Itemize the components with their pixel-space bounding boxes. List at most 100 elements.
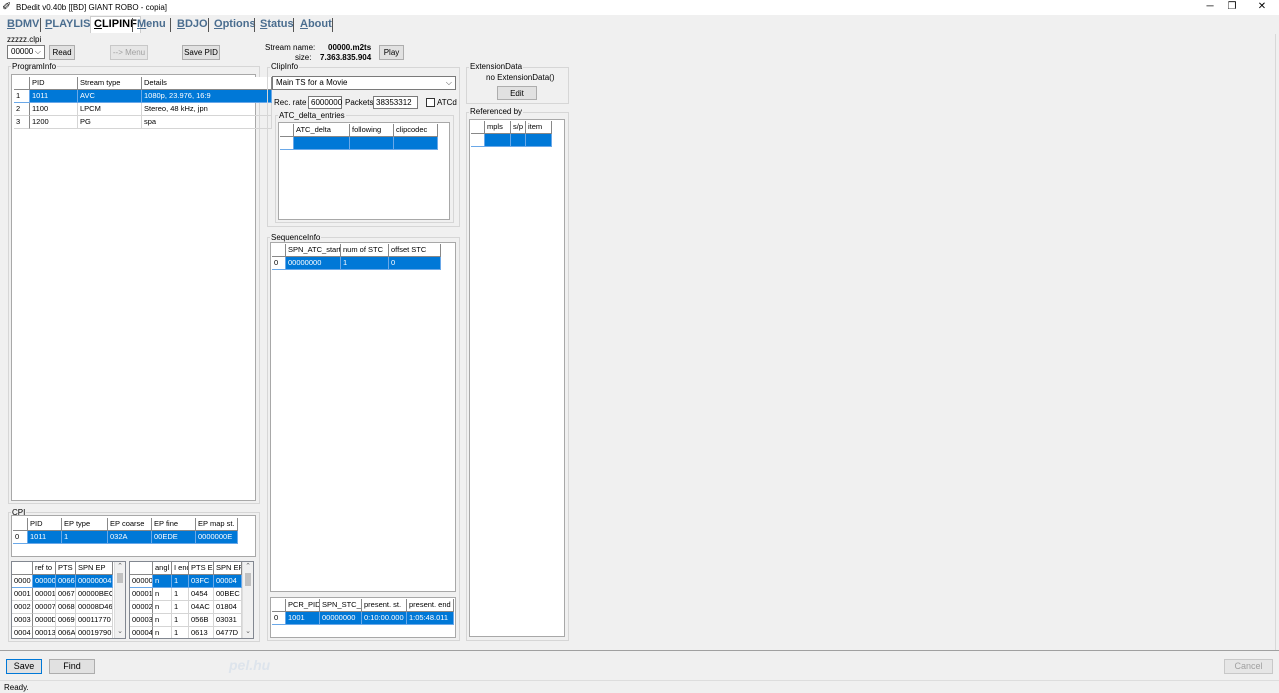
referenced-by-grid[interactable]: mpls s/p item (469, 119, 565, 637)
table-row[interactable]: 00002 n 1 04AC 01804 (130, 601, 242, 614)
program-info-grid[interactable]: PID Stream type Details 1 1011 AVC 1080p… (11, 74, 272, 501)
scrollbar[interactable]: ⌃ ⌄ (242, 562, 253, 638)
column-header[interactable]: ref to (33, 562, 56, 575)
menu-bdjo[interactable]: BDJO (177, 18, 208, 30)
column-header[interactable]: SPN_STC_st (320, 599, 362, 612)
menu-separator (208, 18, 209, 32)
column-header[interactable]: present. st. (362, 599, 407, 612)
menu-clipinf[interactable]: CLIPINF (90, 16, 141, 33)
column-header[interactable]: PID (30, 77, 78, 90)
table-row[interactable]: 00004 n 1 0613 0477D (130, 627, 242, 638)
column-header[interactable]: following (350, 124, 394, 137)
clip-select[interactable]: 00000 ⌵ (7, 45, 45, 59)
column-header[interactable]: EP fine (152, 518, 196, 531)
column-header[interactable]: ATC_delta (294, 124, 350, 137)
table-row[interactable]: 0004 00013 006A 00019790 (12, 627, 113, 638)
table-row[interactable]: 00001 n 1 0454 00BEC (130, 588, 242, 601)
menu-status[interactable]: Status (260, 18, 294, 30)
chevron-down-icon[interactable]: ⌄ (115, 627, 125, 635)
table-row[interactable]: 0000 00000 0066 00000004 (12, 575, 113, 588)
column-header[interactable]: offset STC (389, 244, 441, 257)
status-text: Ready. (4, 683, 29, 692)
menu-separator (293, 18, 294, 32)
column-header[interactable]: SPN EP (214, 562, 242, 575)
column-header[interactable]: PTS E (56, 562, 76, 575)
column-header[interactable]: Stream type (78, 77, 142, 90)
table-row[interactable]: 3 1200 PG spa (14, 116, 272, 129)
column-header[interactable]: EP coarse (108, 518, 152, 531)
clip-type-select[interactable]: Main TS for a Movie ⌵ (272, 76, 456, 90)
column-header[interactable]: EP map st. (196, 518, 238, 531)
column-header[interactable]: I end (172, 562, 189, 575)
scrollbar[interactable]: ⌃ ⌄ (114, 562, 125, 638)
table-row[interactable]: 0002 00007 0068 00008D46 (12, 601, 113, 614)
row-header-corner (471, 121, 485, 134)
column-header[interactable]: mpls (485, 121, 511, 134)
row-header-corner (130, 562, 153, 575)
cancel-button[interactable]: Cancel (1224, 659, 1273, 674)
footer-divider (0, 650, 1279, 651)
menu-separator (254, 18, 255, 32)
table-row[interactable]: 1 1011 AVC 1080p, 23.976, 16:9 (14, 90, 272, 103)
sequence-info-grid[interactable]: SPN_ATC_start num of STC offset STC 0 00… (270, 242, 456, 592)
column-header[interactable]: angl (153, 562, 172, 575)
atcd-checkbox[interactable] (426, 98, 435, 107)
table-row[interactable] (280, 137, 438, 150)
table-row[interactable]: 00003 n 1 056B 03031 (130, 614, 242, 627)
table-row[interactable]: 0 00000000 1 0 (272, 257, 441, 270)
column-header[interactable]: SPN_ATC_start (286, 244, 341, 257)
ep-fine-grid[interactable]: angl I end PTS EP SPN EP 00000 n 1 03FC … (129, 561, 254, 639)
close-icon[interactable]: ✕ (1249, 0, 1275, 15)
save-pid-button[interactable]: Save PID (182, 45, 220, 60)
chevron-down-icon[interactable]: ⌄ (243, 627, 253, 635)
cpi-grid[interactable]: PID EP type EP coarse EP fine EP map st.… (11, 515, 256, 557)
chevron-up-icon[interactable]: ⌃ (243, 562, 253, 570)
menu-separator (170, 18, 171, 32)
table-row[interactable] (471, 134, 552, 147)
column-header[interactable]: item (526, 121, 552, 134)
edit-button[interactable]: Edit (497, 86, 537, 100)
menu-menu[interactable]: Menu (137, 18, 166, 30)
column-header[interactable]: s/p (511, 121, 526, 134)
ep-coarse-grid[interactable]: ref to PTS E SPN EP 0000 00000 0066 0000… (11, 561, 126, 639)
play-button[interactable]: Play (379, 45, 404, 60)
chevron-down-icon: ⌵ (445, 78, 452, 87)
table-row[interactable]: 0 1011 1 032A 00EDE 0000000E (13, 531, 238, 544)
table-row[interactable]: 2 1100 LPCM Stereo, 48 kHz, jpn (14, 103, 272, 116)
to-menu-button[interactable]: --> Menu (110, 45, 148, 60)
column-header[interactable]: PTS EP (189, 562, 214, 575)
program-info-title: ProgramInfo (11, 62, 58, 71)
menu-options[interactable]: Options (214, 18, 256, 30)
watermark: pel.hu (229, 657, 271, 673)
stream-size-value: 7.363.835.904 (320, 53, 372, 62)
row-header-corner (12, 562, 33, 575)
app-icon: ✐ (2, 1, 12, 13)
table-row[interactable]: 0001 00001 0067 00000BEC (12, 588, 113, 601)
scroll-thumb[interactable] (245, 573, 251, 586)
column-header[interactable]: num of STC (341, 244, 389, 257)
restore-icon[interactable]: ❐ (1219, 0, 1245, 15)
column-header[interactable]: EP type (62, 518, 108, 531)
chevron-up-icon[interactable]: ⌃ (115, 562, 125, 570)
table-row[interactable]: 00000 n 1 03FC 00004 (130, 575, 242, 588)
column-header[interactable]: PCR_PID (286, 599, 320, 612)
read-button[interactable]: Read (49, 45, 75, 60)
find-button[interactable]: Find (49, 659, 95, 674)
table-row[interactable]: 0 1001 00000000 0:10:00.000 1:05:48.011 (272, 612, 454, 625)
column-header[interactable]: PID (28, 518, 62, 531)
sequence-info-title: SequenceInfo (270, 233, 322, 242)
save-button[interactable]: Save (6, 659, 42, 674)
column-header[interactable]: present. end (407, 599, 454, 612)
column-header[interactable]: clipcodec (394, 124, 438, 137)
column-header[interactable]: Details (142, 77, 272, 90)
row-header-corner (280, 124, 294, 137)
packets-field[interactable]: 38353312 (373, 96, 418, 109)
menu-about[interactable]: About (300, 18, 332, 30)
scroll-thumb[interactable] (117, 573, 123, 583)
table-row[interactable]: 0003 0000D 0069 00011770 (12, 614, 113, 627)
menu-bdmv[interactable]: BDMV (7, 18, 39, 30)
pcr-grid[interactable]: PCR_PID SPN_STC_st present. st. present.… (270, 597, 456, 638)
rec-rate-field[interactable]: 6000000 (308, 96, 342, 109)
atc-delta-grid[interactable]: ATC_delta following clipcodec (278, 122, 450, 220)
column-header[interactable]: SPN EP (76, 562, 113, 575)
